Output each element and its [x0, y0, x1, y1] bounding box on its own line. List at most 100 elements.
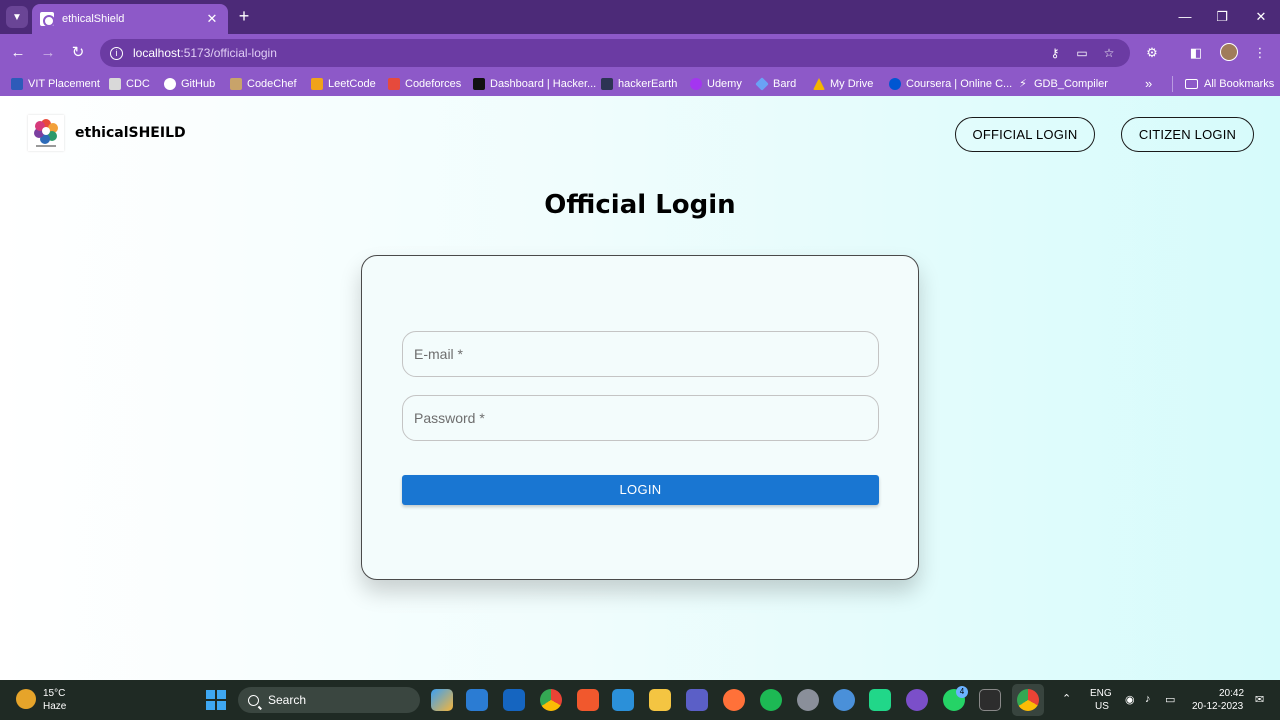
url-path: :5173/official-login	[180, 46, 277, 60]
login-card: LOGIN	[361, 255, 919, 580]
android-studio-icon[interactable]	[833, 689, 855, 711]
firefox-app-icon[interactable]	[723, 689, 745, 711]
maximize-button[interactable]: ❐	[1210, 6, 1234, 28]
bookmark-label: Udemy	[707, 78, 742, 90]
bookmark-hackerearth[interactable]: hackerEarth	[601, 76, 677, 92]
udemy-icon	[690, 78, 702, 90]
leetcode-icon	[311, 78, 323, 90]
email-field[interactable]	[402, 331, 879, 377]
coursera-icon	[889, 78, 901, 90]
windows-start-icon[interactable]	[206, 690, 226, 710]
extensions-icon[interactable]: ⚙	[1142, 43, 1162, 63]
back-arrow-icon[interactable]: ←	[8, 43, 28, 63]
taskbar-search[interactable]: Search	[238, 687, 420, 713]
weather-temperature[interactable]: 15°C	[43, 688, 65, 699]
brand-name[interactable]: ethicalSHEILD	[75, 125, 186, 141]
bard-icon	[755, 77, 769, 91]
codechef-icon	[230, 78, 242, 90]
region-indicator[interactable]: US	[1095, 701, 1109, 712]
bookmark-leetcode[interactable]: LeetCode	[311, 76, 376, 92]
pycharm-app-icon[interactable]	[869, 689, 891, 711]
brand-logo[interactable]	[28, 115, 64, 151]
tab-strip: ▼ ethicalShield ✕ + — ❐ ✕	[0, 0, 1280, 34]
bookmark-my-drive[interactable]: My Drive	[813, 76, 873, 92]
search-label: Search	[268, 693, 307, 707]
battery-icon[interactable]: ▭	[1165, 693, 1175, 706]
bookmark-label: GitHub	[181, 78, 216, 90]
bookmark-gdb-compiler[interactable]: ⚡ GDB_Compiler	[1017, 76, 1108, 92]
bookmark-label: CDC	[126, 78, 150, 90]
bookmark-codeforces[interactable]: Codeforces	[388, 76, 461, 92]
bookmark-label: Codeforces	[405, 78, 462, 90]
terminal-app-icon[interactable]	[979, 689, 1001, 711]
brave-app-icon[interactable]	[577, 689, 599, 711]
login-button[interactable]: LOGIN	[402, 475, 879, 505]
page-title: Official Login	[544, 190, 736, 220]
tab-ethicalshield[interactable]: ethicalShield ✕	[32, 4, 228, 34]
address-bar[interactable]: i localhost:5173/official-login ⚷ ▭ ☆	[100, 39, 1130, 67]
new-tab-button[interactable]: +	[234, 6, 254, 26]
bookmark-label: Coursera | Online C...	[906, 78, 1013, 90]
bookmark-github[interactable]: GitHub	[164, 76, 215, 92]
bookmark-codechef[interactable]: CodeChef	[230, 76, 297, 92]
bookmarks-bar: VIT Placement CDC GitHub CodeChef LeetCo…	[0, 72, 1280, 96]
url-host: localhost	[133, 46, 181, 60]
bookmark-label: Bard	[773, 78, 797, 90]
clock-date[interactable]: 20-12-2023	[1192, 701, 1243, 712]
bookmark-star-icon[interactable]: ☆	[1100, 44, 1118, 62]
app-icon[interactable]	[797, 689, 819, 711]
teams-app-icon[interactable]	[686, 689, 708, 711]
weather-description[interactable]: Haze	[43, 701, 66, 712]
github-desktop-icon[interactable]	[906, 689, 928, 711]
bookmark-vit-placement[interactable]: VIT Placement	[11, 76, 100, 92]
citizen-login-button[interactable]: CITIZEN LOGIN	[1121, 117, 1254, 152]
all-bookmarks-folder[interactable]: All Bookmarks	[1185, 76, 1274, 92]
bookmark-udemy[interactable]: Udemy	[690, 76, 742, 92]
forward-arrow-icon[interactable]: →	[38, 43, 58, 63]
side-panel-icon[interactable]: ◧	[1186, 43, 1206, 63]
password-key-icon[interactable]: ⚷	[1046, 44, 1064, 62]
language-indicator[interactable]: ENG	[1090, 688, 1112, 699]
whatsapp-badge: 4	[956, 686, 968, 698]
wifi-icon[interactable]: ◉	[1125, 693, 1135, 706]
minimize-button[interactable]: —	[1173, 6, 1197, 28]
tab-search-button[interactable]: ▼	[6, 6, 28, 28]
chrome-active-app-icon[interactable]	[1017, 689, 1039, 711]
mail-app-icon[interactable]	[466, 689, 488, 711]
close-window-button[interactable]: ✕	[1249, 6, 1273, 28]
official-login-button[interactable]: OFFICIAL LOGIN	[955, 117, 1095, 152]
outlook-app-icon[interactable]	[503, 689, 525, 711]
bookmark-hackerrank[interactable]: Dashboard | Hacker...	[473, 76, 596, 92]
bookmark-cdc[interactable]: CDC	[109, 76, 150, 92]
folder-icon	[1185, 79, 1198, 89]
browser-toolbar: ← → ↻ i localhost:5173/official-login ⚷ …	[0, 34, 1280, 72]
reload-icon[interactable]: ↻	[68, 43, 88, 63]
windows-taskbar: 15°C Haze Search 4 ⌃ ENG US ◉ ♪ ▭ 20:42 …	[0, 680, 1280, 720]
bookmark-bard[interactable]: Bard	[755, 76, 797, 92]
tab-close-icon[interactable]: ✕	[204, 11, 220, 27]
file-explorer-icon[interactable]	[649, 689, 671, 711]
cdc-icon	[109, 78, 121, 90]
site-info-icon[interactable]: i	[110, 46, 123, 60]
bookmarks-overflow-icon[interactable]: »	[1145, 76, 1152, 91]
drive-icon	[813, 78, 825, 90]
photos-app-icon[interactable]	[431, 689, 453, 711]
profile-avatar[interactable]	[1220, 43, 1238, 61]
notification-bell-icon[interactable]: ✉	[1255, 693, 1264, 706]
password-field[interactable]	[402, 395, 879, 441]
bookmark-label: LeetCode	[328, 78, 376, 90]
hackerearth-icon	[601, 78, 613, 90]
tray-overflow-chevron-icon[interactable]: ⌃	[1062, 692, 1071, 705]
weather-haze-icon[interactable]	[16, 689, 36, 709]
chrome-app-icon[interactable]	[540, 689, 562, 711]
page-content: ethicalSHEILD OFFICIAL LOGIN CITIZEN LOG…	[0, 96, 1280, 680]
install-app-icon[interactable]: ▭	[1073, 44, 1091, 62]
volume-icon[interactable]: ♪	[1145, 693, 1151, 705]
bookmarks-divider	[1172, 76, 1173, 92]
vscode-app-icon[interactable]	[612, 689, 634, 711]
clock-time[interactable]: 20:42	[1219, 688, 1244, 699]
spotify-app-icon[interactable]	[760, 689, 782, 711]
tab-favicon-icon	[40, 12, 55, 27]
menu-kebab-icon[interactable]: ⋮	[1250, 43, 1270, 63]
bookmark-coursera[interactable]: Coursera | Online C...	[889, 76, 1012, 92]
